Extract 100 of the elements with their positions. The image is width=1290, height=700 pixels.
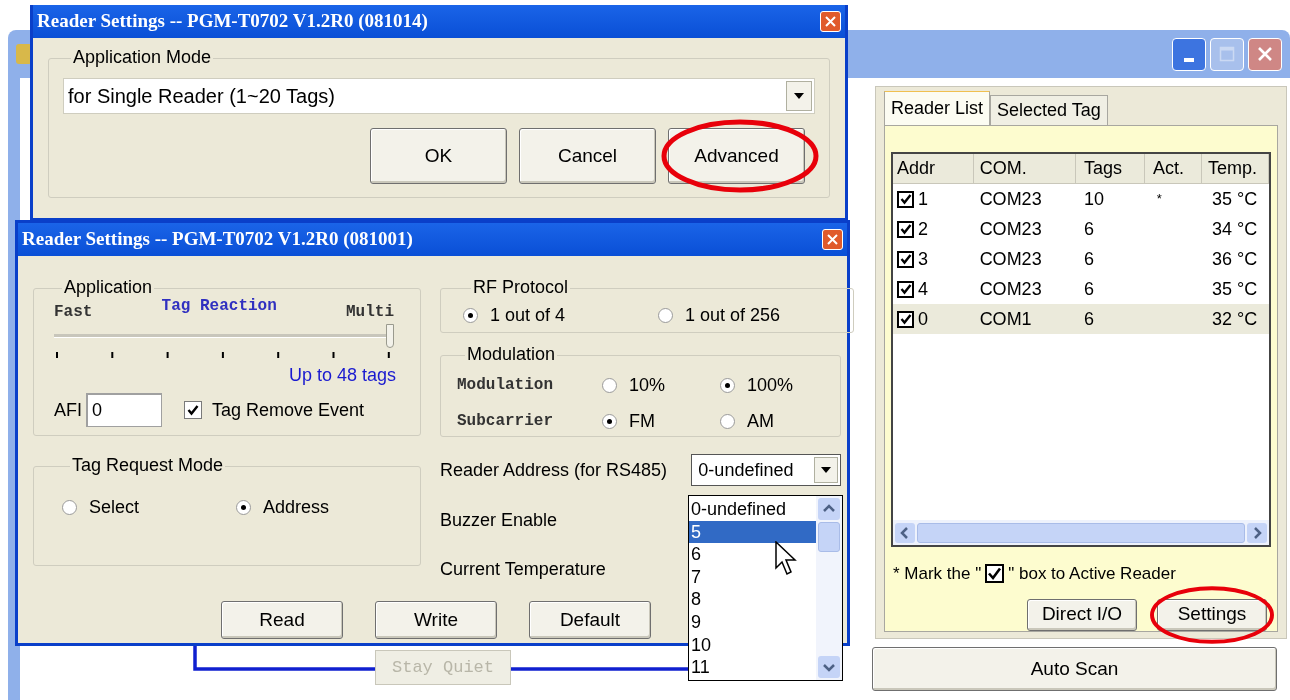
- dropdown-option[interactable]: 9: [689, 610, 816, 634]
- radio-button[interactable]: [720, 413, 735, 429]
- dropdown-option[interactable]: 6: [689, 543, 816, 566]
- afi-input-field[interactable]: 0: [86, 393, 162, 427]
- scrollbar-thumb[interactable]: [917, 522, 1245, 543]
- table-row[interactable]: 0 COM1 6 32 °C: [893, 304, 1269, 334]
- group-label: Application Mode: [73, 47, 212, 67]
- checkbox-icon: [985, 564, 1005, 584]
- slider-track[interactable]: [54, 324, 394, 348]
- table-cell-text: 6: [1082, 307, 1095, 331]
- radio-button[interactable]: [720, 377, 735, 393]
- radio-label: AM: [747, 409, 774, 433]
- checkbox[interactable]: [897, 310, 914, 328]
- checkbox[interactable]: [897, 190, 914, 208]
- scrollbar-thumb[interactable]: [818, 522, 840, 552]
- table-cell-text: *: [1156, 190, 1162, 209]
- close-button[interactable]: [1248, 37, 1282, 71]
- checkbox[interactable]: [897, 250, 914, 268]
- scroll-up-icon: [818, 498, 840, 520]
- note-text: * Mark the ": [893, 563, 982, 585]
- table-cell-text: COM23: [978, 187, 1043, 211]
- dialog-button[interactable]: Read: [221, 601, 343, 639]
- checkbox-label: Tag Remove Event: [212, 398, 365, 422]
- dropdown-option[interactable]: 11: [689, 656, 816, 679]
- table-cell-text: COM23: [978, 277, 1043, 301]
- table-cell-text: COM23: [978, 217, 1043, 241]
- table-cell-text: 10: [1082, 187, 1105, 211]
- group-label: Application: [64, 277, 153, 297]
- table-cell-text: 35 °C: [1211, 277, 1259, 301]
- dropdown-option[interactable]: 0-undefined: [689, 498, 816, 521]
- radio-label: 10%: [629, 373, 666, 397]
- minimize-button[interactable]: [1172, 37, 1206, 71]
- scroll-down-icon: [818, 656, 840, 678]
- field-label: Buzzer Enable: [440, 509, 558, 532]
- mode-dropdown[interactable]: for Single Reader (1~20 Tags): [63, 78, 815, 114]
- radio-button[interactable]: [463, 308, 478, 323]
- column-header[interactable]: Temp.: [1202, 154, 1269, 183]
- reader-address-dropdown[interactable]: 0-undefined: [691, 454, 841, 486]
- dropdown-option[interactable]: 5: [689, 520, 816, 544]
- table-cell-text: 0: [918, 307, 928, 331]
- column-header[interactable]: Act.: [1144, 154, 1203, 183]
- close-button[interactable]: [820, 11, 841, 32]
- dialog-button[interactable]: Cancel: [519, 128, 656, 184]
- checkbox[interactable]: [897, 220, 914, 238]
- radio-button[interactable]: [602, 377, 617, 393]
- dialog-title: Reader Settings -- PGM-T0702 V1.2R0 (081014): [37, 9, 428, 34]
- dropdown-value: 0-undefined: [698, 458, 795, 482]
- mouse-pointer-icon: [775, 541, 797, 577]
- tab[interactable]: Selected Tag: [990, 95, 1108, 125]
- caret-icon: [794, 93, 804, 99]
- slider-label: Multi: [345, 302, 394, 323]
- table-cell-text: COM1: [978, 307, 1033, 331]
- table-cell-text: 6: [1082, 277, 1095, 301]
- panel-button[interactable]: Settings: [1157, 598, 1267, 631]
- column-header[interactable]: Tags: [1075, 154, 1145, 183]
- horizontal-scrollbar[interactable]: [893, 520, 1269, 545]
- group-label: Tag Request Mode: [72, 455, 224, 475]
- slider-thumb[interactable]: [386, 324, 394, 348]
- dialog-button[interactable]: Advanced: [668, 128, 805, 184]
- panel-button[interactable]: Direct I/O: [1027, 598, 1137, 631]
- dialog-title: Reader Settings -- PGM-T0702 V1.2R0 (081001): [22, 227, 413, 252]
- radio-label: FM: [629, 409, 655, 433]
- group-label: RF Protocol: [473, 277, 569, 297]
- auto-scan-button[interactable]: Auto Scan: [872, 647, 1277, 691]
- caret-icon: [821, 467, 831, 473]
- close-icon: [1257, 46, 1273, 62]
- close-button[interactable]: [822, 229, 843, 250]
- checkbox[interactable]: [897, 280, 914, 298]
- table-cell-text: 34 °C: [1211, 217, 1259, 241]
- column-header[interactable]: Addr: [893, 154, 974, 183]
- radio-label: 100%: [747, 373, 794, 397]
- radio-button[interactable]: [236, 500, 251, 515]
- table-cell-text: COM23: [978, 247, 1043, 271]
- dialog-button[interactable]: Write: [375, 601, 497, 639]
- slider-reading: Up to 48 tags: [288, 364, 396, 387]
- vertical-scrollbar[interactable]: [816, 496, 842, 680]
- close-icon: [825, 16, 836, 27]
- dialog-button[interactable]: Default: [529, 601, 651, 639]
- dropdown-option[interactable]: 8: [689, 588, 816, 611]
- radio-button[interactable]: [658, 308, 673, 323]
- dialog-button[interactable]: OK: [370, 128, 507, 184]
- tab[interactable]: Reader List: [884, 91, 991, 125]
- dropdown-arrow-button[interactable]: [786, 81, 812, 111]
- dropdown-option[interactable]: 7: [689, 565, 816, 589]
- group-label: Modulation: [467, 344, 556, 364]
- table-cell-text: 32 °C: [1211, 307, 1259, 331]
- scroll-right-icon: [1247, 522, 1267, 543]
- field-label: Reader Address (for RS485): [440, 458, 669, 482]
- modulation-row-label: Modulation: [457, 375, 554, 396]
- radio-button[interactable]: [602, 413, 617, 429]
- column-header[interactable]: COM.: [973, 154, 1076, 183]
- radio-label: Select: [89, 496, 140, 519]
- dropdown-option[interactable]: 10: [689, 633, 816, 657]
- table-cell-text: 36 °C: [1211, 247, 1259, 271]
- checkbox[interactable]: [184, 401, 202, 419]
- close-icon: [827, 234, 838, 245]
- table-cell-text: 3: [918, 247, 928, 271]
- radio-button[interactable]: [62, 500, 77, 515]
- dropdown-arrow-button[interactable]: [814, 457, 838, 483]
- modulation-row-label: Subcarrier: [457, 411, 554, 432]
